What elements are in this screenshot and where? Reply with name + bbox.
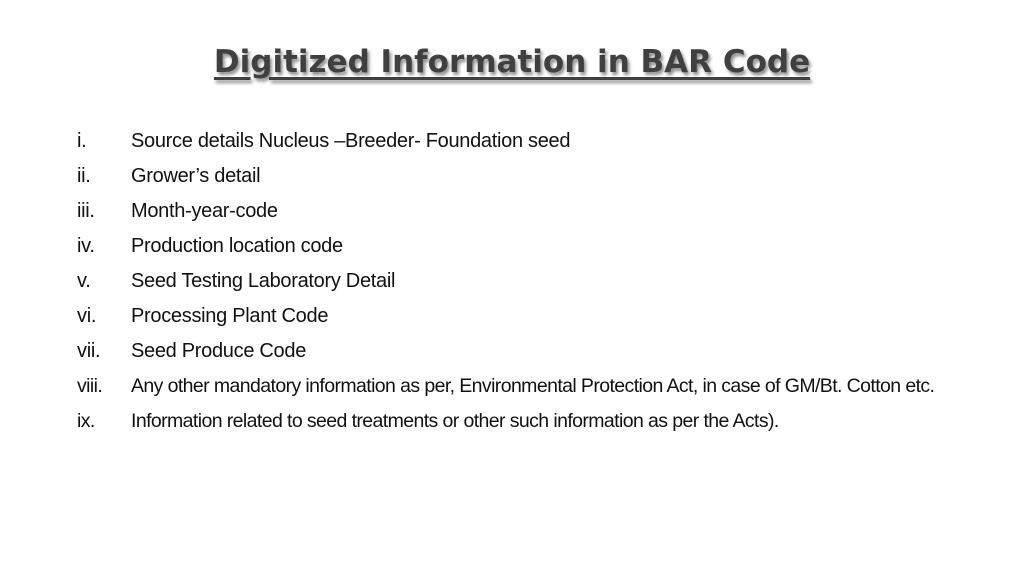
list-item-number: vii.: [77, 340, 101, 362]
slide-title: Digitized Information in BAR Code: [213, 44, 811, 80]
list-item: ii. Grower’s detail: [77, 159, 977, 194]
list-item-number: v.: [77, 270, 91, 292]
list-item: iv. Production location code: [77, 229, 977, 264]
list-item-text: Seed Produce Code: [131, 340, 307, 362]
list-item-number: ix.: [77, 410, 95, 432]
info-list: i. Source details Nucleus –Breeder- Foun…: [77, 124, 977, 439]
list-item-text: Processing Plant Code: [131, 305, 329, 327]
list-item-text: Seed Testing Laboratory Detail: [131, 270, 396, 292]
list-item: ix. Information related to seed treatmen…: [77, 404, 977, 439]
list-item-text: Source details Nucleus –Breeder- Foundat…: [131, 130, 571, 152]
list-item: v. Seed Testing Laboratory Detail: [77, 264, 977, 299]
list-item-number: iii.: [77, 200, 95, 222]
list-item-text: Information related to seed treatments o…: [131, 410, 779, 432]
list-item: viii. Any other mandatory information as…: [77, 369, 977, 404]
list-item: i. Source details Nucleus –Breeder- Foun…: [77, 124, 977, 159]
list-item-number: vi.: [77, 305, 97, 327]
list-item-number: i.: [77, 130, 87, 152]
list-item-number: iv.: [77, 235, 95, 257]
list-item: iii. Month-year-code: [77, 194, 977, 229]
list-item-text: Month-year-code: [131, 200, 278, 222]
list-item-text: Grower’s detail: [131, 165, 261, 187]
list-item-number: viii.: [77, 375, 103, 397]
list-item-number: ii.: [77, 165, 91, 187]
list-item: vi. Processing Plant Code: [77, 299, 977, 334]
list-item-text: Any other mandatory information as per, …: [131, 375, 935, 397]
list-item: vii. Seed Produce Code: [77, 334, 977, 369]
list-item-text: Production location code: [131, 235, 343, 257]
